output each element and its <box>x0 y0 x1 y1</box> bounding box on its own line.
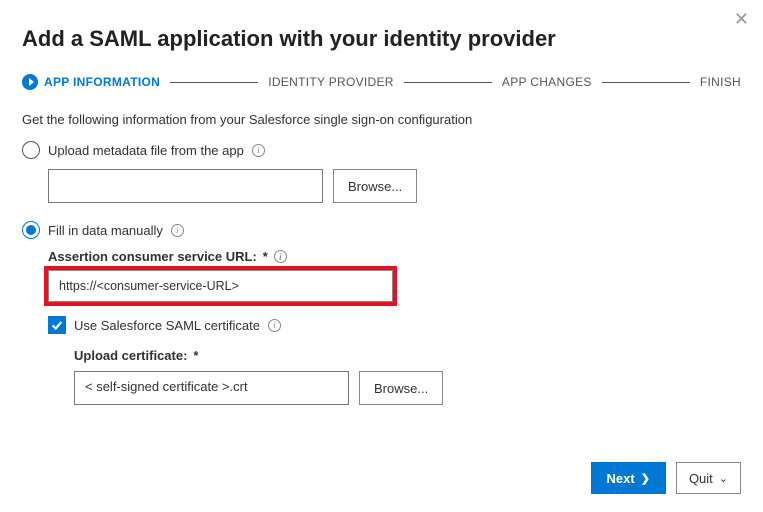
checkbox-use-salesforce-cert-label: Use Salesforce SAML certificate <box>74 318 260 333</box>
certificate-file-field[interactable]: < self-signed certificate >.crt <box>74 371 349 405</box>
dialog-title: Add a SAML application with your identit… <box>22 26 741 52</box>
radio-upload-metadata-label: Upload metadata file from the app <box>48 143 244 158</box>
acs-url-label: Assertion consumer service URL: * <box>48 249 741 264</box>
check-icon <box>50 318 64 332</box>
checkbox-use-salesforce-cert[interactable] <box>48 316 66 334</box>
radio-upload-metadata[interactable] <box>22 141 40 159</box>
radio-fill-manually[interactable] <box>22 221 40 239</box>
quit-button[interactable]: Quit ⌄ <box>676 462 741 494</box>
next-button[interactable]: Next ❯ <box>591 462 666 494</box>
certificate-browse-button[interactable]: Browse... <box>359 371 443 405</box>
instructions-text: Get the following information from your … <box>22 112 741 127</box>
step-finish: FINISH <box>700 75 741 89</box>
step-app-changes: APP CHANGES <box>502 75 592 89</box>
play-circle-icon <box>22 74 38 90</box>
chevron-down-icon: ⌄ <box>719 472 728 485</box>
info-icon[interactable] <box>171 224 184 237</box>
metadata-file-field[interactable] <box>48 169 323 203</box>
acs-url-input[interactable] <box>48 270 393 302</box>
wizard-steps: APP INFORMATION IDENTITY PROVIDER APP CH… <box>22 74 741 90</box>
close-icon[interactable]: ✕ <box>734 10 749 28</box>
info-icon[interactable] <box>274 250 287 263</box>
step-identity-provider: IDENTITY PROVIDER <box>268 75 394 89</box>
metadata-browse-button[interactable]: Browse... <box>333 169 417 203</box>
upload-cert-label: Upload certificate: * <box>74 348 741 363</box>
chevron-right-icon: ❯ <box>641 472 650 485</box>
step-app-information: APP INFORMATION <box>22 74 160 90</box>
radio-fill-manually-label: Fill in data manually <box>48 223 163 238</box>
info-icon[interactable] <box>268 319 281 332</box>
info-icon[interactable] <box>252 144 265 157</box>
